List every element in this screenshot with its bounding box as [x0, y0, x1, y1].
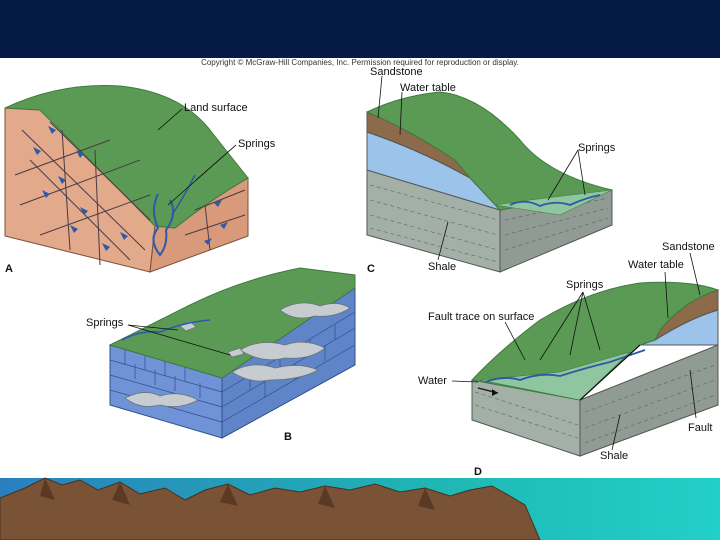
- panel-b-illustration: [108, 267, 356, 439]
- panel-d-label-springs: Springs: [566, 279, 604, 291]
- header-band: [0, 0, 720, 58]
- panel-b-label-springs: Springs: [86, 317, 124, 329]
- panel-d-label-water-table: Water table: [628, 259, 684, 271]
- panel-a-label-land-surface: Land surface: [184, 102, 248, 114]
- panel-a-letter: A: [5, 263, 13, 275]
- panel-c-label-water-table: Water table: [400, 82, 456, 94]
- panel-a-label-springs: Springs: [238, 138, 276, 150]
- copyright-notice: Copyright © McGraw-Hill Companies, Inc. …: [201, 58, 519, 67]
- panel-c-label-springs: Springs: [578, 142, 616, 154]
- panel-c-letter: C: [367, 263, 375, 275]
- panel-d-label-fault-trace: Fault trace on surface: [428, 311, 535, 323]
- panel-d-label-shale: Shale: [600, 450, 629, 462]
- panel-d-letter: D: [474, 466, 482, 478]
- panel-c-label-shale: Shale: [428, 261, 457, 273]
- panel-d-label-sandstone: Sandstone: [662, 241, 715, 253]
- panel-d-label-water: Water: [418, 375, 447, 387]
- panel-b-letter: B: [284, 431, 292, 443]
- slide: Copyright © McGraw-Hill Companies, Inc. …: [0, 0, 720, 540]
- panel-c-label-sandstone: Sandstone: [370, 66, 423, 78]
- panel-d-label-fault: Fault: [688, 422, 713, 434]
- panel-c-illustration: [365, 75, 613, 273]
- mountain-banner: [0, 477, 720, 540]
